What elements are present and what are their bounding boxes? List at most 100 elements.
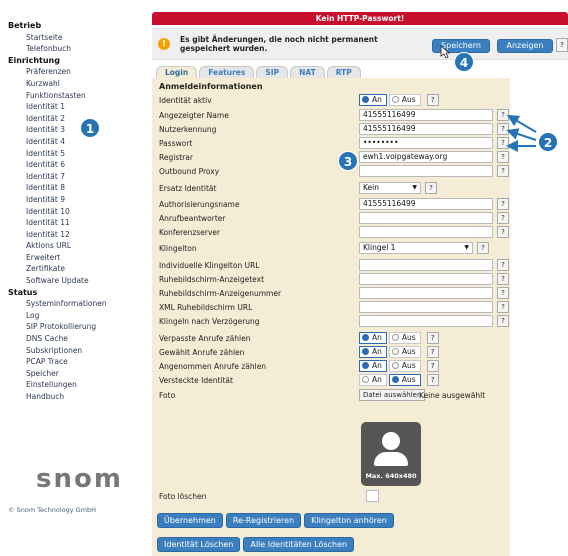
radio-on[interactable]: An — [359, 94, 387, 106]
sidebar-item-identitaet-9[interactable]: Identität 9 — [0, 194, 130, 206]
sidebar-item-pcap-trace[interactable]: PCAP Trace — [0, 356, 130, 368]
sidebar-item-funktionstasten[interactable]: Funktionstasten — [0, 90, 130, 102]
auth-name-input[interactable]: 41555116499 — [359, 198, 493, 210]
radio-off[interactable]: Aus — [388, 94, 421, 106]
radio-off[interactable]: Aus — [388, 360, 421, 372]
sidebar-item-subskriptionen[interactable]: Subskriptionen — [0, 345, 130, 357]
sidebar-item-speicher[interactable]: Speicher — [0, 368, 130, 380]
apply-button[interactable]: Übernehmen — [157, 513, 223, 528]
field-label: Identität aktiv — [159, 96, 212, 105]
sidebar-item-praeferenzen[interactable]: Präferenzen — [0, 66, 130, 78]
sidebar-item-identitaet-12[interactable]: Identität 12 — [0, 229, 130, 241]
sidebar-item-telefonbuch[interactable]: Telefonbuch — [0, 43, 130, 55]
sidebar-item-erweitert[interactable]: Erweitert — [0, 252, 130, 264]
action-buttons-row-2: Identität Löschen Alle Identitäten Lösch… — [157, 537, 357, 552]
sidebar-item-identitaet-8[interactable]: Identität 8 — [0, 182, 130, 194]
sidebar-item-identitaet-11[interactable]: Identität 11 — [0, 217, 130, 229]
help-button[interactable]: ? — [497, 226, 509, 238]
sidebar-item-dns-cache[interactable]: DNS Cache — [0, 333, 130, 345]
save-button[interactable]: Speichern — [432, 39, 490, 53]
help-button[interactable]: ? — [426, 346, 439, 358]
tab-sip[interactable]: SIP — [256, 66, 289, 78]
sidebar-item-kurzwahl[interactable]: Kurzwahl — [0, 78, 130, 90]
help-button[interactable]: ? — [497, 151, 509, 163]
delete-all-identities-button[interactable]: Alle Identitäten Löschen — [243, 537, 355, 552]
password-input[interactable]: •••••••• — [359, 137, 493, 149]
display-name-input[interactable]: 41555116499 — [359, 109, 493, 121]
help-button[interactable]: ? — [497, 137, 509, 149]
sidebar-item-identitaet-5[interactable]: Identität 5 — [0, 148, 130, 160]
sidebar-item-identitaet-3[interactable]: Identität 3 — [0, 124, 130, 136]
ring-delay-input[interactable] — [359, 315, 493, 327]
radio-off[interactable]: Aus — [388, 346, 421, 358]
tab-rtp[interactable]: RTP — [326, 66, 361, 78]
photo-placeholder: Max. 640x480 — [361, 422, 421, 486]
sidebar-item-aktions-url[interactable]: Aktions URL — [0, 240, 130, 252]
sidebar-item-identitaet-2[interactable]: Identität 2 — [0, 113, 130, 125]
idle-display-text-input[interactable] — [359, 273, 493, 285]
help-button[interactable]: ? — [477, 242, 489, 254]
callout-badge-1: 1 — [80, 118, 100, 138]
fallback-identity-select[interactable]: Kein ▼ — [359, 182, 421, 194]
play-ringtone-button[interactable]: Klingelton anhören — [304, 513, 394, 528]
help-button[interactable]: ? — [497, 315, 509, 327]
sidebar-item-software-update[interactable]: Software Update — [0, 275, 130, 287]
radio-off[interactable]: Aus — [388, 374, 421, 386]
sidebar-item-log[interactable]: Log — [0, 310, 130, 322]
dialed-calls-radio: An Aus ? — [359, 346, 439, 358]
conference-server-input[interactable] — [359, 226, 493, 238]
sidebar-item-handbuch[interactable]: Handbuch — [0, 391, 130, 403]
idle-display-number-input[interactable] — [359, 287, 493, 299]
help-button[interactable]: ? — [497, 259, 509, 271]
registrar-input[interactable]: ewh1.voipgateway.org — [359, 151, 493, 163]
view-button[interactable]: Anzeigen — [497, 39, 553, 53]
re-register-button[interactable]: Re-Registrieren — [225, 513, 302, 528]
radio-on[interactable]: An — [359, 346, 387, 358]
help-button[interactable]: ? — [426, 94, 439, 106]
row-angezeigter-name: Angezeigter Name 41555116499 ? — [159, 109, 509, 123]
help-button[interactable]: ? — [497, 109, 509, 121]
help-button[interactable]: ? — [497, 165, 509, 177]
mailbox-input[interactable] — [359, 212, 493, 224]
hidden-identity-radio: An Aus ? — [359, 374, 439, 386]
sidebar-item-einstellungen[interactable]: Einstellungen — [0, 379, 130, 391]
copyright-link[interactable]: © Snom Technology GmbH — [8, 506, 96, 514]
radio-off[interactable]: Aus — [388, 332, 421, 344]
radio-on[interactable]: An — [359, 332, 387, 344]
sidebar-item-identitaet-10[interactable]: Identität 10 — [0, 206, 130, 218]
account-input[interactable]: 41555116499 — [359, 123, 493, 135]
sidebar-item-sip-protokollierung[interactable]: SIP Protokollierung — [0, 321, 130, 333]
custom-ringtone-url-input[interactable] — [359, 259, 493, 271]
sidebar-item-identitaet-4[interactable]: Identität 4 — [0, 136, 130, 148]
sidebar-item-identitaet-6[interactable]: Identität 6 — [0, 159, 130, 171]
help-button[interactable]: ? — [497, 212, 509, 224]
sidebar-item-identitaet-7[interactable]: Identität 7 — [0, 171, 130, 183]
delete-identity-button[interactable]: Identität Löschen — [157, 537, 241, 552]
help-button[interactable]: ? — [425, 182, 437, 194]
sidebar-item-startseite[interactable]: Startseite — [0, 32, 130, 44]
help-button[interactable]: ? — [497, 287, 509, 299]
help-button[interactable]: ? — [497, 123, 509, 135]
xml-idle-url-input[interactable] — [359, 301, 493, 313]
help-button[interactable]: ? — [426, 360, 439, 372]
sidebar-item-identitaet-1[interactable]: Identität 1 — [0, 101, 130, 113]
help-button[interactable]: ? — [556, 38, 568, 52]
tab-nat[interactable]: NAT — [290, 66, 325, 78]
help-button[interactable]: ? — [426, 374, 439, 386]
tab-login[interactable]: Login — [156, 66, 198, 78]
radio-on[interactable]: An — [359, 374, 387, 386]
sidebar-item-zertifikate[interactable]: Zertifikate — [0, 263, 130, 275]
field-label: XML Ruhebildschirm URL — [159, 303, 253, 312]
help-button[interactable]: ? — [497, 301, 509, 313]
help-button[interactable]: ? — [426, 332, 439, 344]
outbound-proxy-input[interactable] — [359, 165, 493, 177]
help-button[interactable]: ? — [497, 198, 509, 210]
ringtone-select[interactable]: Klingel 1 ▼ — [359, 242, 473, 254]
tab-features[interactable]: Features — [199, 66, 255, 78]
sidebar-item-systeminformationen[interactable]: Systeminformationen — [0, 298, 130, 310]
help-button[interactable]: ? — [497, 273, 509, 285]
delete-photo-checkbox[interactable] — [366, 490, 379, 502]
choose-file-button[interactable]: Datei auswählen — [359, 389, 426, 401]
radio-on[interactable]: An — [359, 360, 387, 372]
row-klingelton: Klingelton Klingel 1 ▼ ? — [159, 242, 509, 256]
